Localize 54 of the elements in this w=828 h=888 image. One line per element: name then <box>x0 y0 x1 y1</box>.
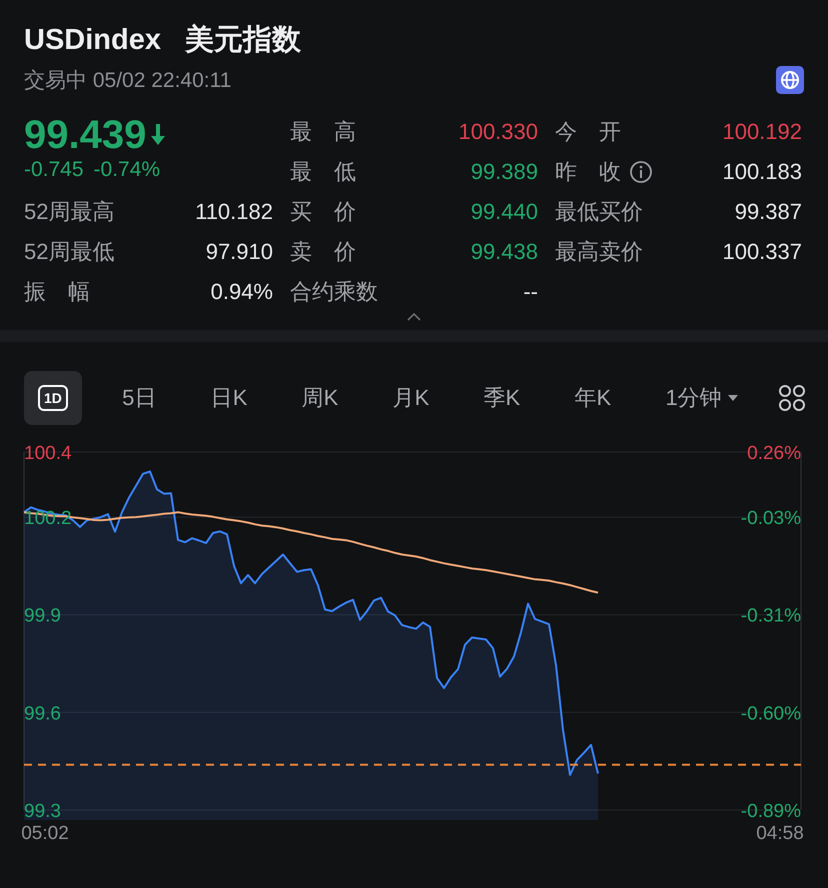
stat-label: 今 开 <box>555 118 621 146</box>
grid-icon[interactable] <box>778 384 806 412</box>
y-axis-label: 99.3 <box>24 801 61 822</box>
stat-label: 合约乘数 <box>290 278 378 306</box>
stat-label: 昨 收 <box>555 158 621 186</box>
stat-value: 100.330 <box>458 119 538 145</box>
stat-value: 99.438 <box>470 239 538 265</box>
period-tab[interactable]: 季K <box>470 371 534 425</box>
interval-dropdown[interactable]: 1分钟 <box>651 371 752 425</box>
info-icon[interactable] <box>629 160 653 184</box>
period-tab[interactable]: 日K <box>196 371 262 425</box>
percent-axis-label: -0.31% <box>740 606 801 627</box>
time-label: 05:02 <box>21 823 69 844</box>
percent-axis-label: -0.03% <box>740 508 801 530</box>
percent-axis-label: -0.89% <box>740 801 801 822</box>
period-tab[interactable]: 年K <box>560 371 626 425</box>
stat-label: 52周最低 <box>24 238 114 266</box>
trading-status: 交易中 05/02 22:40:11 <box>24 68 232 94</box>
stat-label: 最高卖价 <box>555 238 643 266</box>
stat-value: 100.183 <box>722 159 802 185</box>
symbol-title: USDindex <box>24 24 161 57</box>
stat-label: 最 高 <box>290 118 356 146</box>
y-axis-label: 99.9 <box>24 606 61 627</box>
period-tab[interactable]: 1D <box>24 371 82 425</box>
index-name: 美元指数 <box>184 22 301 58</box>
price-change: -0.745 <box>24 158 84 182</box>
percent-change: -0.74% <box>94 158 160 182</box>
stat-value: 97.910 <box>206 239 273 265</box>
y-axis-label: 99.6 <box>24 703 61 724</box>
percent-axis-label: 0.26% <box>747 443 801 464</box>
y-axis-label: 100.4 <box>24 443 72 464</box>
caret-icon <box>728 395 738 401</box>
stat-label: 振 幅 <box>24 278 90 306</box>
stat-value: 100.192 <box>722 119 802 145</box>
stat-value: 99.440 <box>470 199 538 225</box>
stat-label: 最 低 <box>290 158 356 186</box>
period-tab[interactable]: 周K <box>288 371 352 425</box>
last-price: 99.439 <box>24 112 146 158</box>
period-tab[interactable]: 月K <box>378 371 444 425</box>
stat-value: 110.182 <box>195 199 273 225</box>
stat-value: -- <box>523 279 538 305</box>
stat-label: 52周最高 <box>24 198 114 226</box>
globe-icon[interactable] <box>776 66 804 94</box>
stat-value: 0.94% <box>210 279 273 305</box>
stat-value: 99.387 <box>734 199 802 225</box>
period-tab[interactable]: 5日 <box>108 371 170 425</box>
stat-label: 卖 价 <box>290 238 356 266</box>
stat-value: 100.337 <box>722 239 802 265</box>
stat-label: 最低买价 <box>555 198 643 226</box>
stat-value: 99.389 <box>470 159 538 185</box>
percent-axis-label: -0.60% <box>740 703 801 724</box>
collapse-chevron-icon[interactable] <box>406 312 422 322</box>
stat-label: 买 价 <box>290 198 356 226</box>
time-label: 04:58 <box>756 823 804 844</box>
